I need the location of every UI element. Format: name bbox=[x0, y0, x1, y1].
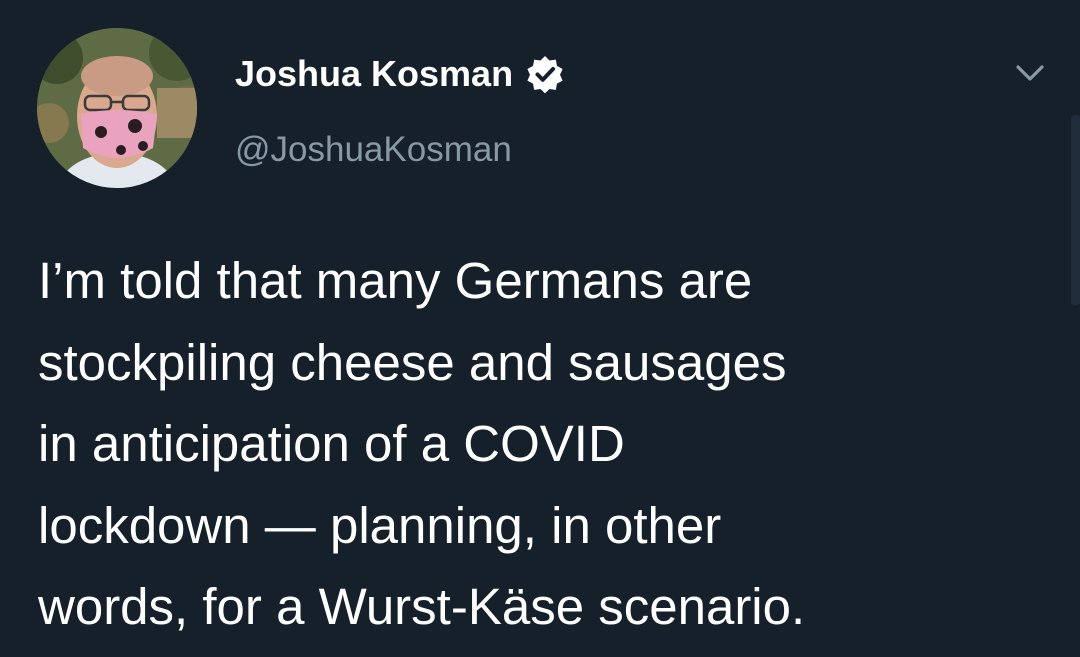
tweet-text-line: lockdown — planning, in other bbox=[38, 496, 722, 554]
tweet-text-line: I’m told that many Germans are bbox=[38, 252, 753, 309]
chevron-down-icon[interactable] bbox=[1012, 58, 1048, 88]
tweet-text-line: stockpiling cheese and sausages bbox=[38, 333, 787, 391]
tweet-text: I’m told that many Germans are stockpili… bbox=[38, 240, 1048, 648]
tweet-text-line: words, for a Wurst-Käse scenario. bbox=[38, 578, 806, 635]
verified-badge-icon bbox=[527, 56, 563, 94]
author-name-text: Joshua Kosman bbox=[235, 53, 514, 94]
scrollbar[interactable] bbox=[1071, 115, 1080, 305]
author-name[interactable]: Joshua Kosman bbox=[235, 54, 565, 94]
tweet-text-line: in anticipation of a COVID bbox=[38, 415, 625, 472]
avatar-photo bbox=[37, 28, 197, 188]
avatar[interactable] bbox=[37, 28, 197, 188]
author-handle[interactable]: @JoshuaKosman bbox=[235, 130, 512, 170]
tweet-card: Joshua Kosman @JoshuaKosman I’m told tha… bbox=[0, 0, 1080, 657]
